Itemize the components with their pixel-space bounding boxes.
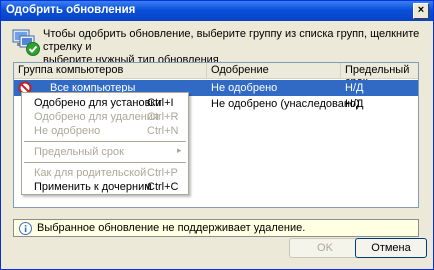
cancel-button[interactable]: Отмена <box>355 238 427 258</box>
menu-item-shortcut: Ctrl+N <box>147 125 179 137</box>
menu-item-label: Применить к дочерним <box>34 181 152 193</box>
ok-button[interactable]: OK <box>289 238 361 258</box>
menu-item-shortcut: Ctrl+I <box>147 97 174 109</box>
menu-separator <box>24 141 186 142</box>
menu-item-label: Предельный срок <box>34 146 124 158</box>
column-header-group[interactable]: Группа компьютеров <box>14 63 207 78</box>
deadline-value: Н/Д <box>345 82 364 94</box>
submenu-arrow-icon: ▸ <box>177 145 182 155</box>
title-bar: Одобрить обновления × <box>1 1 433 21</box>
menu-item-shortcut: Ctrl+P <box>147 167 178 179</box>
info-bar: Выбранное обновление не поддерживает уда… <box>13 219 419 237</box>
approve-updates-dialog: Одобрить обновления × Чтобы одобрить обн… <box>0 0 434 270</box>
column-header-deadline[interactable]: Предельный срок <box>341 63 420 88</box>
approval-status: Не одобрено (унаследовано) <box>211 98 360 110</box>
approval-context-menu: Одобрено для установки Ctrl+I Одобрено д… <box>21 92 189 195</box>
menu-item-label: Не одобрено <box>34 125 101 137</box>
menu-item-label: Одобрено для установки <box>34 97 162 109</box>
menu-item-not-approved: Не одобрено Ctrl+N <box>22 124 188 138</box>
menu-item-deadline: Предельный срок ▸ <box>22 145 188 159</box>
computers-check-icon <box>12 29 40 56</box>
deadline-value: Н/Д <box>345 98 364 110</box>
menu-item-approve-remove: Одобрено для удаления Ctrl+R <box>22 110 188 124</box>
menu-item-label: Как для родительской <box>34 167 147 179</box>
approval-status: Не одобрено <box>211 82 278 94</box>
info-icon <box>19 222 32 235</box>
menu-separator <box>24 162 186 163</box>
window-title: Одобрить обновления <box>6 4 136 16</box>
menu-item-shortcut: Ctrl+C <box>147 181 179 193</box>
list-header: Группа компьютеров Одобрение Предельный … <box>14 63 420 88</box>
info-message: Выбранное обновление не поддерживает уда… <box>37 222 306 234</box>
menu-item-apply-to-children[interactable]: Применить к дочерним Ctrl+C <box>22 180 188 194</box>
menu-item-approve-install[interactable]: Одобрено для установки Ctrl+I <box>22 96 188 110</box>
close-button[interactable]: × <box>413 3 429 19</box>
instructions-line-1: Чтобы одобрить обновление, выберите груп… <box>43 28 420 53</box>
menu-item-shortcut: Ctrl+R <box>147 111 179 123</box>
column-header-approval[interactable]: Одобрение <box>207 63 341 78</box>
menu-item-same-as-parent: Как для родительской Ctrl+P <box>22 166 188 180</box>
menu-item-label: Одобрено для удаления <box>34 111 159 123</box>
